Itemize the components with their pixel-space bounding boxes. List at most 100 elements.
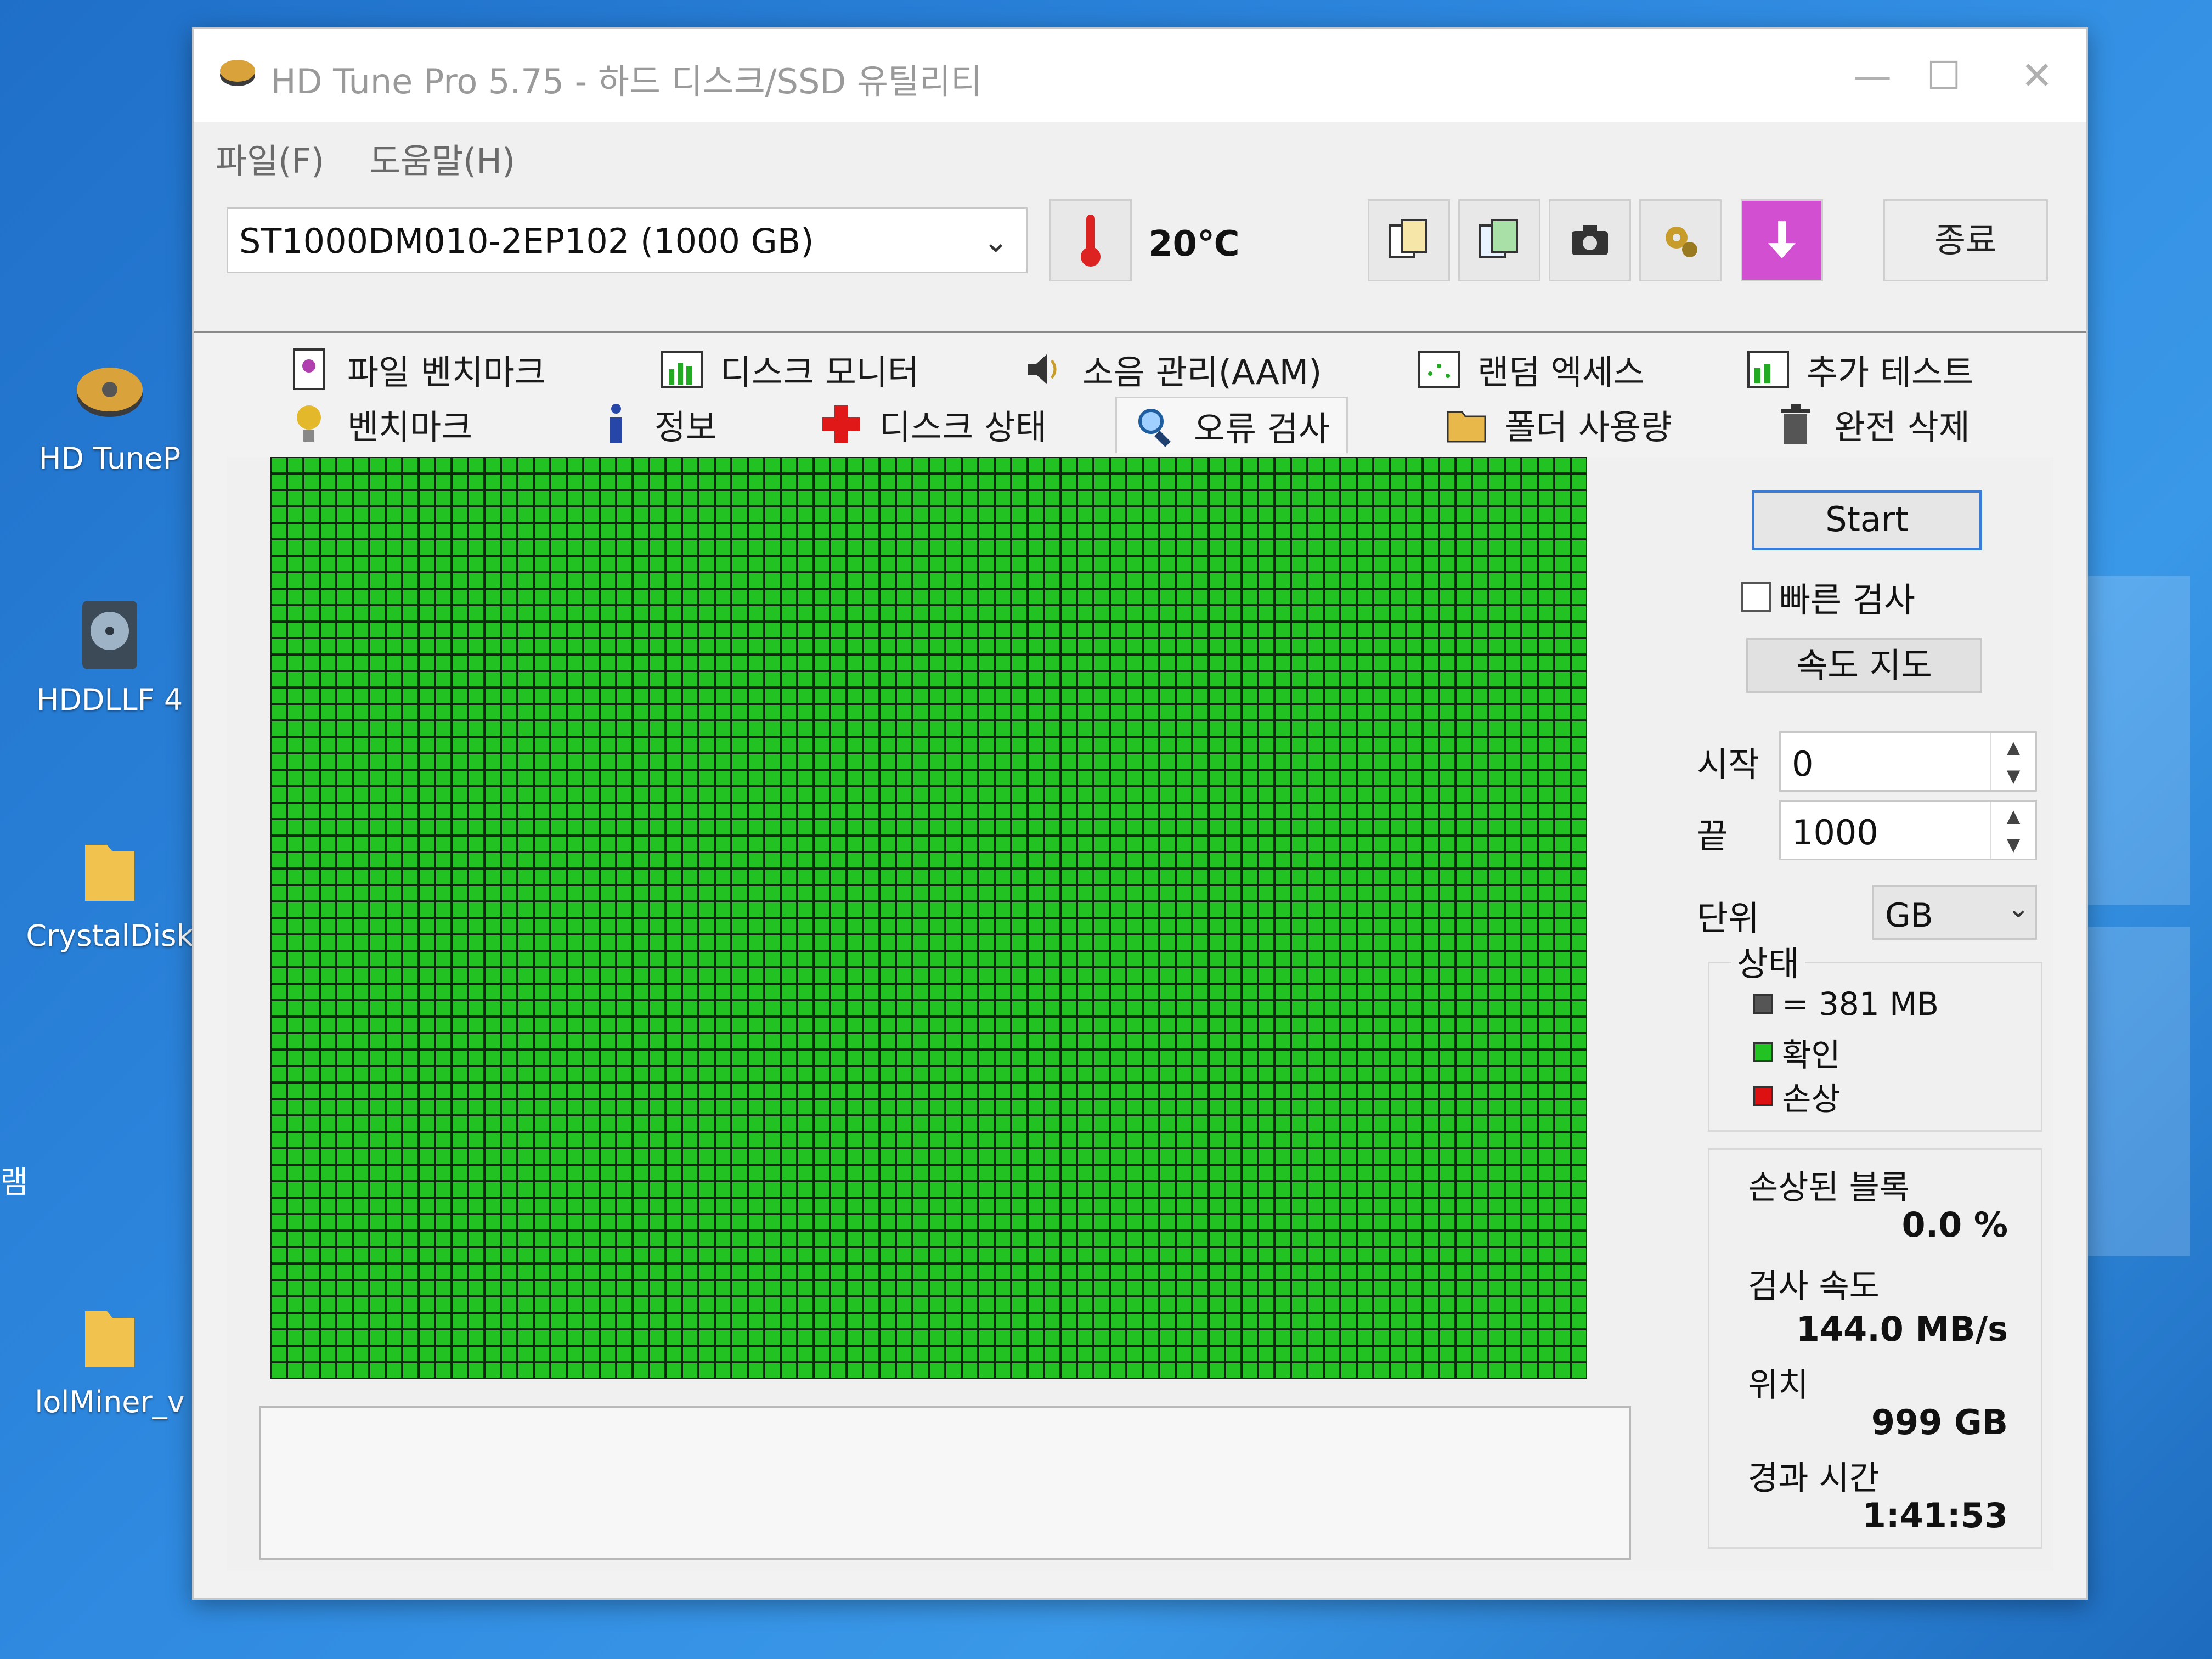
tab-noise-aam[interactable]: 소음 관리(AAM) — [1022, 342, 1322, 397]
tab-label: 추가 테스트 — [1807, 352, 1974, 392]
tab-random-access[interactable]: 랜덤 엑세스 — [1417, 342, 1645, 397]
damaged-swatch — [1753, 1086, 1773, 1106]
tab-folder-usage[interactable]: 폴더 사용량 — [1444, 397, 1672, 452]
quick-scan-label: 빠른 검사 — [1779, 580, 1915, 620]
desktop-icon-label: lolMiner_v — [35, 1385, 185, 1419]
start-value: 0 — [1792, 744, 1814, 784]
desktop-icon-lolminer[interactable]: lolMiner_v — [22, 1295, 198, 1419]
elapsed-time-label: 경과 시간 — [1748, 1459, 1880, 1498]
start-button[interactable]: Start — [1752, 490, 1982, 550]
tab-label: 완전 삭제 — [1834, 407, 1970, 447]
desktop-icon-hdtune[interactable]: HD TuneP — [22, 351, 198, 476]
tab-health[interactable]: 디스크 상태 — [819, 397, 1047, 452]
legend-box: 상태 = 381 MB 확인 손상 — [1708, 936, 2042, 1132]
block-map-gridlines — [270, 457, 1587, 1379]
folder-icon — [1444, 402, 1488, 446]
screenshot-button[interactable] — [1549, 199, 1631, 281]
tab-label: 파일 벤치마크 — [347, 352, 546, 392]
position-value: 999 GB — [1871, 1402, 2008, 1442]
camera-icon — [1572, 225, 1608, 255]
legend-block-size-text: = 381 MB — [1782, 985, 1939, 1023]
unit-select[interactable]: GB ⌄ — [1872, 885, 2037, 940]
tab-label: 랜덤 엑세스 — [1477, 352, 1645, 392]
quick-scan-checkbox[interactable] — [1741, 582, 1771, 612]
menu-help[interactable]: 도움말(H) — [369, 133, 515, 183]
quick-scan-option[interactable]: 빠른 검사 — [1741, 572, 1915, 622]
scan-log-box — [259, 1406, 1631, 1560]
desktop-icon-crystaldisk[interactable]: CrystalDisk — [22, 828, 198, 953]
trash-icon — [1774, 402, 1818, 446]
tab-label: 오류 검사 — [1194, 409, 1330, 449]
tab-secure-erase[interactable]: 완전 삭제 — [1774, 397, 1970, 452]
unit-label: 단위 — [1697, 898, 1760, 938]
end-spinner[interactable]: 1000 ▲ ▼ — [1779, 800, 2037, 860]
temperature-button[interactable] — [1049, 199, 1132, 281]
folder-icon — [69, 828, 151, 911]
up-arrow-icon[interactable]: ▲ — [1991, 733, 2035, 761]
tab-label: 소음 관리(AAM) — [1082, 352, 1322, 392]
exit-button[interactable]: 종료 — [1883, 199, 2048, 281]
toolbar: ST1000DM010-2EP102 (1000 GB) ⌄ 20℃ 종료 — [194, 183, 2086, 333]
copy-button[interactable] — [1368, 199, 1450, 281]
chevron-down-icon: ⌄ — [2007, 892, 2030, 924]
ok-swatch — [1753, 1042, 1773, 1062]
block-map-grid — [270, 457, 1587, 1379]
hdtune-window: HD Tune Pro 5.75 - 하드 디스크/SSD 유틸리티 — ☐ ✕… — [192, 27, 2088, 1600]
tab-label: 폴더 사용량 — [1505, 407, 1672, 447]
tab-label: 디스크 상태 — [879, 407, 1047, 447]
info-icon — [594, 402, 638, 446]
maximize-button[interactable]: ☐ — [1911, 46, 1977, 106]
block-swatch — [1753, 994, 1773, 1014]
magnifier-icon — [1133, 404, 1177, 448]
hdtune-title-icon — [216, 50, 259, 94]
folder-icon — [69, 1295, 151, 1377]
download-arrow-icon — [1768, 221, 1796, 258]
speaker-icon — [1022, 347, 1066, 391]
damaged-blocks-label: 손상된 블록 — [1748, 1169, 1910, 1207]
random-access-icon — [1417, 347, 1461, 391]
end-value: 1000 — [1792, 812, 1878, 853]
legend-title: 상태 — [1731, 936, 1805, 985]
tab-file-benchmark[interactable]: 파일 벤치마크 — [287, 342, 546, 397]
hddllf-app-icon — [69, 592, 151, 675]
options-button[interactable] — [1639, 199, 1722, 281]
unit-select-value: GB — [1885, 896, 1933, 935]
copy-icon — [1389, 219, 1427, 258]
start-spinner[interactable]: 0 ▲ ▼ — [1779, 731, 2037, 792]
minimize-button[interactable]: — — [1839, 46, 1905, 106]
extra-tests-icon — [1746, 347, 1790, 391]
speed-map-button[interactable]: 속도 지도 — [1746, 638, 1982, 693]
tab-disk-monitor[interactable]: 디스크 모니터 — [660, 342, 919, 397]
red-cross-icon — [819, 402, 863, 446]
save-button[interactable] — [1741, 199, 1823, 281]
copy-all-icon — [1479, 219, 1518, 258]
scan-stats-box: 손상된 블록 0.0 % 검사 속도 144.0 MB/s 위치 999 GB … — [1708, 1148, 2042, 1549]
down-arrow-icon[interactable]: ▼ — [1991, 761, 2035, 790]
end-spinner-arrows[interactable]: ▲ ▼ — [1990, 802, 2035, 859]
drive-select[interactable]: ST1000DM010-2EP102 (1000 GB) ⌄ — [227, 207, 1028, 273]
menu-bar: 파일(F) 도움말(H) — [194, 122, 2086, 183]
title-bar[interactable]: HD Tune Pro 5.75 - 하드 디스크/SSD 유틸리티 — ☐ ✕ — [194, 29, 2086, 122]
close-button[interactable]: ✕ — [2004, 46, 2070, 106]
scan-speed-label: 검사 속도 — [1748, 1267, 1880, 1306]
elapsed-time-value: 1:41:53 — [1862, 1496, 2008, 1536]
legend-block-size: = 381 MB — [1753, 985, 1939, 1023]
up-arrow-icon[interactable]: ▲ — [1991, 802, 2035, 830]
window-title: HD Tune Pro 5.75 - 하드 디스크/SSD 유틸리티 — [270, 61, 982, 101]
tab-error-scan[interactable]: 오류 검사 — [1115, 397, 1348, 453]
file-benchmark-icon — [287, 347, 331, 391]
tab-extra-tests[interactable]: 추가 테스트 — [1746, 342, 1974, 397]
end-field-label: 끝 — [1697, 816, 1729, 856]
tab-info[interactable]: 정보 — [594, 397, 717, 452]
menu-file[interactable]: 파일(F) — [216, 133, 324, 183]
desktop-icon-hddllf[interactable]: HDDLLF 4 — [22, 592, 198, 717]
temperature-readout: 20℃ — [1148, 224, 1240, 264]
down-arrow-icon[interactable]: ▼ — [1991, 830, 2035, 859]
damaged-blocks-value: 0.0 % — [1901, 1205, 2008, 1245]
start-spinner-arrows[interactable]: ▲ ▼ — [1990, 733, 2035, 790]
legend-damaged-text: 손상 — [1782, 1080, 1841, 1118]
tab-benchmark[interactable]: 벤치마크 — [287, 397, 472, 452]
desktop-icon-label: HDDLLF 4 — [36, 682, 183, 717]
copy-all-button[interactable] — [1458, 199, 1541, 281]
legend-ok-text: 확인 — [1782, 1036, 1841, 1074]
